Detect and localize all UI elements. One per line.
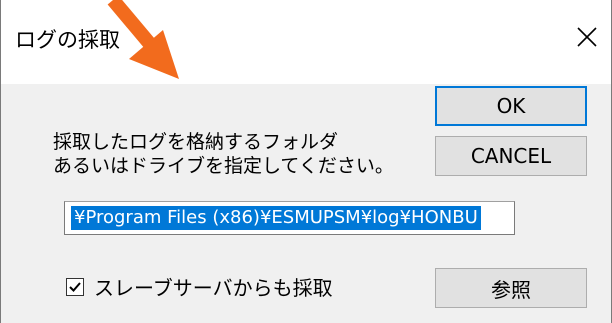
log-folder-path-input[interactable]: ¥Program Files (x86)¥ESMUPSM¥log¥HONBU <box>64 201 515 235</box>
dialog-title: ログの採取 <box>15 28 120 52</box>
slave-server-checkbox-label[interactable]: スレーブサーバからも採取 <box>94 272 333 301</box>
browse-button[interactable]: 参照 <box>435 268 587 308</box>
ok-button[interactable]: OK <box>435 86 587 126</box>
instruction-text: 採取したログを格納するフォルダ あるいはドライブを指定してください。 <box>53 130 394 178</box>
slave-server-checkbox[interactable] <box>66 278 84 296</box>
cancel-button[interactable]: CANCEL <box>435 136 587 176</box>
close-icon <box>577 27 597 47</box>
title-bar: ログの採取 <box>1 0 611 84</box>
checkmark-icon <box>69 282 81 292</box>
instruction-line-1: 採取したログを格納するフォルダ <box>53 131 339 153</box>
instruction-line-2: あるいはドライブを指定してください。 <box>53 155 394 177</box>
close-button[interactable] <box>563 14 611 60</box>
log-collection-dialog: ログの採取 OK CANCEL 採取したログを格納するフォルダ あるいはドライブ… <box>0 0 612 323</box>
log-folder-path-value: ¥Program Files (x86)¥ESMUPSM¥log¥HONBU <box>71 206 481 230</box>
